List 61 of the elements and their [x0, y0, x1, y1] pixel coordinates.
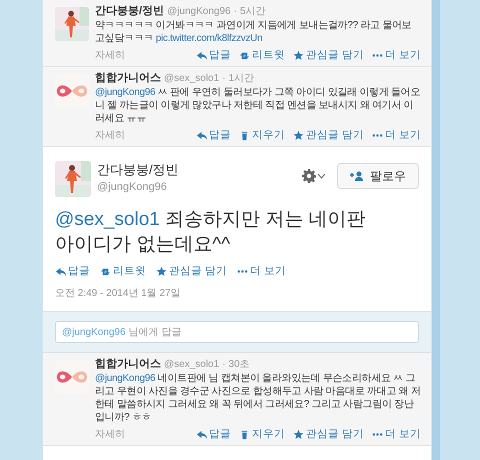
user-handle: @jungKong96 — [97, 180, 168, 195]
trash-icon — [239, 429, 250, 440]
star-icon — [156, 266, 167, 277]
star-icon — [293, 50, 304, 61]
separator-dot: · — [234, 5, 237, 19]
user-name[interactable]: 힙합가니어스 — [95, 71, 161, 85]
settings-icon — [302, 169, 316, 183]
delete-button[interactable]: 지우기 — [239, 428, 286, 441]
user-handle: @jungKong96 — [167, 5, 231, 19]
reply-button[interactable]: 답글 — [196, 428, 232, 441]
link[interactable]: pic.twitter.com/k8lfzzvzUn — [156, 33, 262, 44]
trash-icon — [239, 130, 250, 141]
details-link[interactable]: 자세히 — [95, 427, 125, 442]
retweet-icon — [239, 50, 250, 61]
reply-button[interactable]: 답글 — [196, 129, 232, 142]
separator-dot: · — [222, 358, 226, 372]
delete-button[interactable]: 지우기 — [239, 129, 286, 142]
details-link[interactable]: 자세히 — [95, 128, 125, 143]
more-button[interactable]: 더 보기 — [236, 265, 286, 278]
tweet-text: @jungKong96 ㅆ 판에 우연히 둘러보다가 그쪽 아이디 있길래 이렇게 들어오니 젤 까는글이 이렇게 많았구나 저한테 직접 멘션을 보내시지 왜 여기서 이러세요 ㅠㅠ — [95, 86, 421, 125]
reply-icon — [196, 429, 208, 440]
settings-button[interactable] — [302, 169, 325, 183]
user-handle: @sex_solo1 — [164, 358, 220, 372]
retweet-button[interactable]: 리트윗 — [239, 49, 286, 62]
more-button[interactable]: 더 보기 — [372, 49, 421, 62]
reply-button[interactable]: 답글 — [196, 49, 232, 62]
user-name[interactable]: 힙합가니어스 — [95, 357, 161, 371]
link[interactable]: @jungKong96 — [95, 87, 156, 98]
user-name[interactable]: 간다붕붕/정빈 — [97, 161, 296, 179]
retweet-button[interactable]: 리트윗 — [100, 265, 146, 278]
tweet-text: @sex_solo1 죄송하지만 저는 네이판 아이디가 없는데요^^ — [55, 208, 367, 257]
reply-icon — [196, 130, 208, 141]
link[interactable]: @jungKong96 — [95, 373, 156, 384]
more-button[interactable]: 더 보기 — [372, 129, 421, 142]
star-icon — [293, 130, 304, 141]
reply-icon — [196, 50, 208, 61]
star-icon — [293, 429, 304, 440]
follow-button[interactable]: 팔로우 — [337, 163, 419, 189]
tweet-timestamp: 오전 2:49 - 2014년 1월 27일 — [55, 287, 182, 301]
details-link[interactable]: 자세히 — [95, 48, 125, 63]
more-button[interactable]: 더 보기 — [372, 428, 421, 441]
favorite-button[interactable]: 관심글 담기 — [156, 265, 227, 278]
tweet-text: 약ㅋㅋㅋㅋㅋ 이거봐ㅋㅋㅋ 과연이게 지듬에게 보내는걸까?? 라고 물어보고싶닼ㅋㅋㅋ pic.twitter.com/k8lfzzvzUn — [95, 19, 412, 45]
add-user-icon — [350, 171, 364, 181]
user-handle: @sex_solo1 — [164, 72, 220, 86]
reply-field[interactable]: @jungKong96 님에게 답글 — [55, 321, 419, 343]
favorite-button[interactable]: 관심글 담기 — [293, 428, 364, 441]
favorite-button[interactable]: 관심글 담기 — [293, 129, 364, 142]
tweet-time[interactable]: 5시간 — [240, 5, 266, 19]
tweet-time[interactable]: 30초 — [228, 358, 250, 372]
reply-button[interactable]: 답글 — [55, 265, 90, 278]
favorite-button[interactable]: 관심글 담기 — [293, 49, 364, 62]
separator-dot: · — [222, 72, 226, 86]
tweet-time[interactable]: 1시간 — [228, 72, 254, 86]
reply-icon — [55, 266, 66, 277]
retweet-icon — [100, 266, 111, 277]
link[interactable]: @sex_solo1 — [55, 209, 160, 230]
user-name[interactable]: 간다붕붕/정빈 — [95, 4, 164, 18]
tweet-text: @jungKong96 네이트판에 님 캡쳐본이 올라와있는데 무슨소리하세요 ㅆ 그리고 우현이 사진을 경수군 사진으로 합성해두고 사람 마음대로 까대고 왜 저한테 말씀하시지 그러세요 왜 꼭 뒤에서 그러세요? 그리고 사람그림이 장난입니까? ㅎㅎ — [95, 372, 421, 424]
caret-icon — [318, 174, 325, 178]
scroll-bar[interactable] — [432, 0, 440, 460]
